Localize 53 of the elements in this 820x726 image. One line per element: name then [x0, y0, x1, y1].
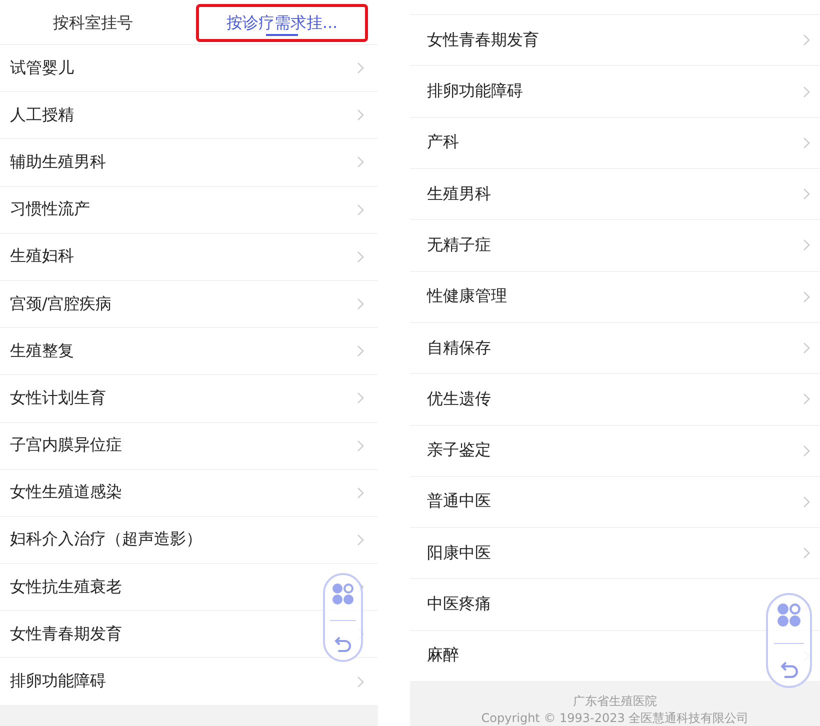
tab[interactable]: 按诊疗需求挂... — [196, 4, 368, 42]
hospital-name: 广东省生殖医院 — [573, 694, 657, 709]
list-item[interactable]: 人工授精 — [0, 92, 378, 140]
chevron-icon — [803, 444, 810, 457]
list-item[interactable]: 女性生殖道感染 — [0, 470, 378, 517]
list-item[interactable]: 亲子鉴定 — [410, 426, 820, 477]
chevron-icon — [357, 440, 364, 452]
list-item[interactable]: 女性计划生育 — [0, 375, 378, 422]
chevron-icon — [357, 345, 364, 358]
chevron-icon — [803, 188, 810, 200]
list-item[interactable]: 优生遗传 — [410, 374, 820, 426]
chevron-icon — [803, 34, 810, 46]
back-icon[interactable] — [780, 660, 798, 678]
chevron-icon — [803, 239, 810, 252]
chevron-icon — [803, 342, 810, 354]
list-item[interactable]: 宫颈/宫腔疾病 — [0, 280, 378, 328]
chevron-icon — [357, 486, 364, 499]
chevron-icon — [357, 250, 364, 263]
copyright-text: Copyright © 1993-2023 全医慧通科技有限公司 — [481, 711, 749, 726]
list-item[interactable]: 排卵功能障碍 — [410, 66, 820, 118]
chevron-icon — [357, 156, 364, 168]
list-item[interactable]: 试管婴儿 — [0, 45, 378, 92]
list-item[interactable]: 生殖妇科 — [0, 234, 378, 281]
chevron-icon — [803, 496, 810, 508]
grid-icon[interactable] — [777, 603, 801, 628]
back-icon[interactable] — [334, 636, 352, 652]
list-item[interactable]: 生殖男科 — [410, 169, 820, 220]
list-item[interactable]: 产科 — [410, 118, 820, 170]
list-item[interactable]: 无精子症 — [410, 220, 820, 272]
list-item[interactable]: 子宫内膜异位症 — [0, 422, 378, 470]
chevron-icon — [357, 204, 364, 216]
chevron-icon — [357, 392, 364, 404]
chevron-icon — [357, 676, 364, 688]
list-item[interactable]: 自精保存 — [410, 322, 820, 374]
list-item[interactable]: 女性青春期发育 — [410, 15, 820, 66]
chevron-icon — [357, 534, 364, 546]
list-item[interactable]: 普通中医 — [410, 476, 820, 528]
grid-icon[interactable] — [332, 582, 354, 605]
chevron-icon — [803, 547, 810, 560]
chevron-icon — [803, 393, 810, 406]
list-item[interactable]: 辅助生殖男科 — [0, 139, 378, 187]
list-item[interactable]: 生殖整复 — [0, 328, 378, 376]
chevron-icon — [357, 62, 364, 74]
list-item[interactable]: 性健康管理 — [410, 272, 820, 323]
chevron-icon — [803, 86, 810, 98]
chevron-icon — [357, 109, 364, 122]
list-item[interactable]: 习惯性流产 — [0, 186, 378, 234]
tab[interactable]: 按科室挂号 — [10, 4, 176, 42]
chevron-icon — [803, 136, 810, 149]
list-item[interactable]: 阳康中医 — [410, 528, 820, 580]
chevron-icon — [803, 290, 810, 303]
list-item[interactable]: 妇科介入治疗（超声造影） — [0, 516, 378, 564]
chevron-icon — [357, 298, 364, 310]
